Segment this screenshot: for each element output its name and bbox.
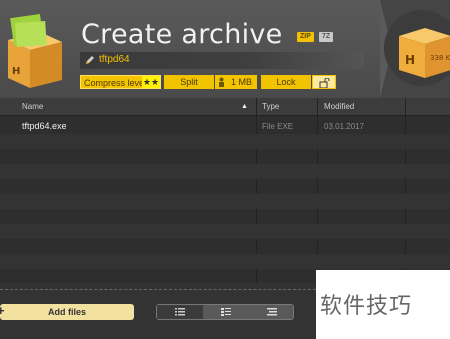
table-header: Name ▲ Type Modified <box>0 98 450 116</box>
page-title: Create archive <box>81 19 283 50</box>
archive-name-value: tftpd64 <box>99 54 130 65</box>
empty-row <box>0 209 450 224</box>
archive-name-field[interactable]: tftpd64 <box>80 52 364 69</box>
add-files-label: Add files <box>47 307 86 317</box>
archive-package-icon: H 338 KB <box>395 22 450 80</box>
file-name: tftpd64.exe <box>22 121 67 131</box>
empty-row <box>0 149 450 164</box>
empty-row <box>0 224 450 239</box>
file-type: File EXE <box>262 122 294 131</box>
table-row[interactable]: tftpd64.exe File EXE 03.01.2017 <box>0 119 450 134</box>
column-name-header[interactable]: Name <box>0 98 256 116</box>
archive-size-badge: 338 KB <box>430 54 450 62</box>
list-view-icon <box>175 308 185 316</box>
details-view-icon <box>221 308 231 316</box>
watermark-text: 软件技巧 <box>320 294 413 319</box>
watermark: 软件技巧 <box>316 270 450 339</box>
archive-box-icon: H <box>0 10 70 90</box>
empty-row <box>0 194 450 209</box>
compress-level-stars: ★★ <box>142 76 160 88</box>
split-size-button[interactable]: 1 MB <box>215 75 257 89</box>
column-type-header[interactable]: Type <box>257 98 317 116</box>
compress-level-label: Compress level <box>84 78 147 88</box>
svg-text:H: H <box>12 66 20 77</box>
empty-row <box>0 134 450 149</box>
split-button[interactable]: Split <box>164 75 214 89</box>
empty-row <box>0 254 450 269</box>
format-zip-button[interactable]: ZIP <box>297 32 314 42</box>
unlock-icon <box>319 78 330 88</box>
compress-level-button[interactable]: Compress level ★★ <box>80 75 161 89</box>
add-files-button[interactable]: + Add files <box>0 303 134 320</box>
view-mode-toggle <box>156 304 294 320</box>
pencil-icon <box>86 56 94 64</box>
column-extra-header <box>406 98 450 116</box>
svg-text:H: H <box>405 53 415 67</box>
empty-row <box>0 239 450 254</box>
view-list-button[interactable] <box>157 305 203 319</box>
file-modified: 03.01.2017 <box>324 122 365 131</box>
empty-row <box>0 179 450 194</box>
drop-zone-divider <box>0 289 316 290</box>
column-modified-header[interactable]: Modified <box>318 98 406 116</box>
lock-button[interactable]: Lock <box>261 75 311 89</box>
split-size-value: 1 MB <box>231 77 253 87</box>
view-details-button[interactable] <box>203 305 249 319</box>
unlock-toggle[interactable] <box>312 75 336 89</box>
plus-icon: + <box>0 303 5 318</box>
format-7z-button[interactable]: 7Z <box>319 32 334 42</box>
sort-ascending-icon: ▲ <box>241 103 248 110</box>
view-tiles-button[interactable] <box>249 305 295 319</box>
empty-row <box>0 164 450 179</box>
file-table: Name ▲ Type Modified tftpd64.exe File EX… <box>0 98 450 283</box>
tiles-view-icon <box>267 308 277 316</box>
person-icon <box>219 77 224 87</box>
